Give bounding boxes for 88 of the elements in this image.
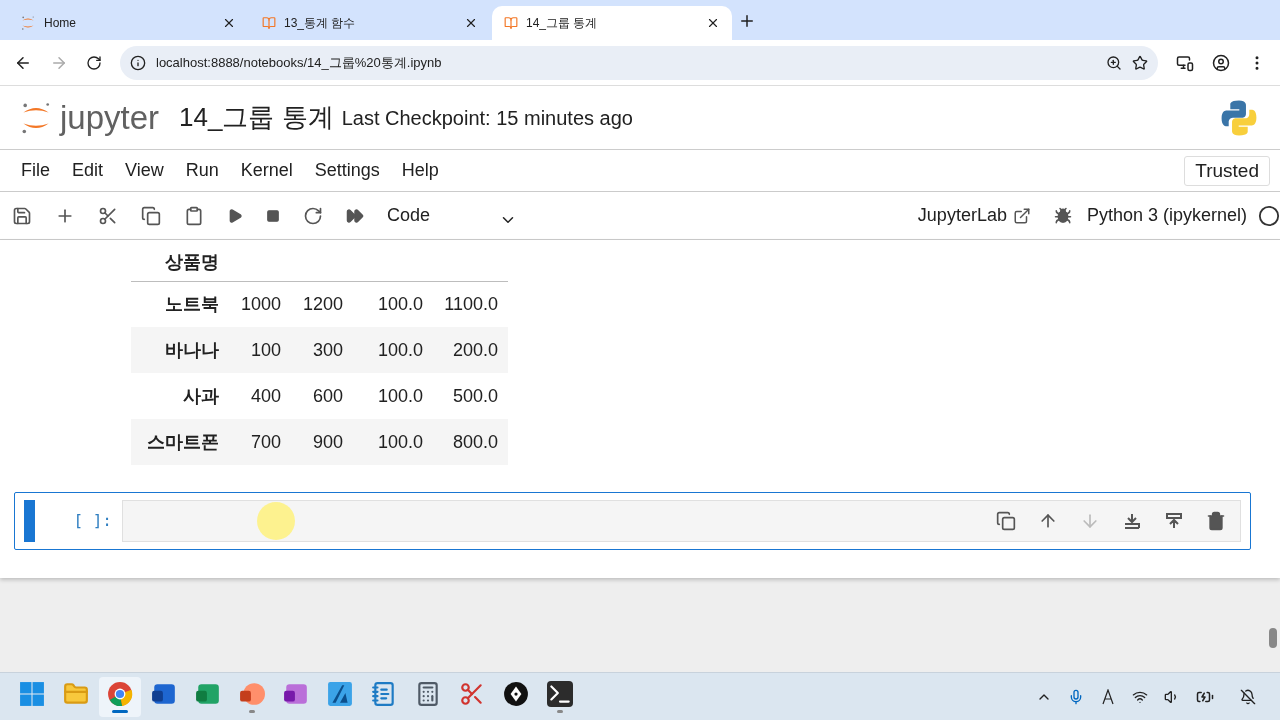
address-bar[interactable]: localhost:8888/notebooks/14_그룹%20통계.ipynb	[120, 45, 1158, 80]
paste-icon[interactable]	[184, 205, 204, 226]
close-icon[interactable]	[222, 16, 236, 30]
external-link-icon[interactable]	[1012, 206, 1031, 225]
stop-icon[interactable]	[266, 208, 280, 223]
row-header: 바나나	[131, 327, 229, 373]
table-cell: 600	[291, 373, 353, 419]
duplicate-cell-icon[interactable]	[996, 511, 1016, 531]
run-icon[interactable]	[227, 207, 243, 224]
input-prompt: [ ]:	[72, 510, 113, 532]
checkpoint-text: Last Checkpoint: 15 minutes ago	[341, 105, 633, 131]
cell-type-dropdown[interactable]: Code	[387, 202, 517, 229]
browser-tab[interactable]: 13_통계 함수	[250, 6, 490, 40]
insert-below-icon[interactable]	[1164, 511, 1184, 531]
save-icon[interactable]	[12, 205, 32, 226]
bookmark-icon[interactable]	[1132, 54, 1148, 71]
kernel-status-icon	[1258, 204, 1280, 227]
debugger-icon[interactable]	[1053, 206, 1072, 225]
jupyter-logo-icon	[20, 15, 36, 31]
notebook-icon	[262, 16, 276, 30]
cut-icon[interactable]	[98, 205, 118, 226]
table-cell: 100.0	[353, 419, 433, 465]
terminal-icon[interactable]	[547, 680, 573, 707]
table-cell: 1000	[229, 281, 291, 327]
scrollbar-thumb[interactable]	[1269, 628, 1277, 648]
table-cell: 100.0	[353, 281, 433, 327]
menu-item[interactable]: Edit	[61, 157, 115, 184]
tab-title: 13_통계 함수	[284, 15, 357, 32]
trusted-indicator[interactable]: Trusted	[1184, 155, 1270, 186]
table-cell: 800.0	[433, 419, 508, 465]
new-tab-icon[interactable]	[738, 12, 756, 30]
restart-icon[interactable]	[303, 205, 323, 226]
profile-icon[interactable]	[1212, 53, 1230, 72]
input-method-icon[interactable]	[1100, 688, 1116, 705]
menu-item[interactable]: Settings	[303, 157, 391, 184]
tab-title: Home	[44, 15, 77, 32]
table-cell: 1200	[291, 281, 353, 327]
browser-tab[interactable]: Home	[8, 6, 248, 40]
cell-selection-bar	[24, 500, 35, 542]
notepad-icon[interactable]	[371, 680, 397, 707]
delete-cell-icon[interactable]	[1206, 511, 1226, 531]
row-header: 노트북	[131, 281, 229, 327]
table-cell: 500.0	[433, 373, 508, 419]
menu-item[interactable]: View	[114, 157, 175, 184]
close-icon[interactable]	[706, 16, 720, 30]
kernel-name[interactable]: Python 3 (ipykernel)	[1086, 202, 1247, 229]
menu-item[interactable]: Run	[174, 157, 230, 184]
table-cell: 900	[291, 419, 353, 465]
jupyterlab-link[interactable]: JupyterLab	[917, 202, 1031, 229]
table-cell: 100.0	[353, 327, 433, 373]
browser-tab[interactable]: 14_그룹 통계	[492, 6, 732, 40]
code-input[interactable]	[122, 500, 1241, 542]
vector-app-icon[interactable]	[327, 680, 353, 707]
notification-icon[interactable]	[1240, 688, 1256, 705]
row-header: 스마트폰	[131, 419, 229, 465]
menu-item[interactable]: File	[10, 157, 61, 184]
presentation-app-icon[interactable]	[239, 680, 265, 707]
run-all-icon[interactable]	[346, 206, 364, 225]
reload-icon[interactable]	[86, 54, 102, 71]
table-cell: 100.0	[353, 373, 433, 419]
calculator-icon[interactable]	[415, 680, 441, 707]
notebook-title[interactable]: 14_그룹 통계	[179, 98, 334, 137]
index-name: 상품명	[131, 244, 229, 281]
code-cell[interactable]: [ ]:	[14, 492, 1251, 550]
notebook-icon	[504, 16, 518, 30]
zoom-icon[interactable]	[1106, 54, 1122, 71]
table-cell: 400	[229, 373, 291, 419]
menu-item[interactable]: Help	[390, 157, 450, 184]
copy-icon[interactable]	[141, 205, 161, 226]
microphone-icon[interactable]	[1068, 688, 1084, 705]
close-icon[interactable]	[464, 16, 478, 30]
start-icon[interactable]	[19, 680, 45, 707]
jupyter-wordmark[interactable]: jupyter	[60, 101, 160, 134]
table-cell: 100	[229, 327, 291, 373]
table-cell: 1100.0	[433, 281, 508, 327]
table-cell: 200.0	[433, 327, 508, 373]
snipping-tool-icon[interactable]	[459, 680, 485, 707]
url-text: localhost:8888/notebooks/14_그룹%20통계.ipynb	[156, 53, 443, 72]
row-header: 사과	[131, 373, 229, 419]
info-icon[interactable]	[130, 54, 146, 71]
pen-nib-icon[interactable]	[503, 680, 529, 707]
tab-title: 14_그룹 통계	[526, 15, 599, 32]
browser-icon[interactable]	[107, 680, 133, 707]
menu-item[interactable]: Kernel	[229, 157, 304, 184]
table-cell: 300	[291, 327, 353, 373]
python-logo-icon	[1220, 98, 1258, 137]
table-cell: 700	[229, 419, 291, 465]
insert-above-icon[interactable]	[1122, 511, 1142, 531]
